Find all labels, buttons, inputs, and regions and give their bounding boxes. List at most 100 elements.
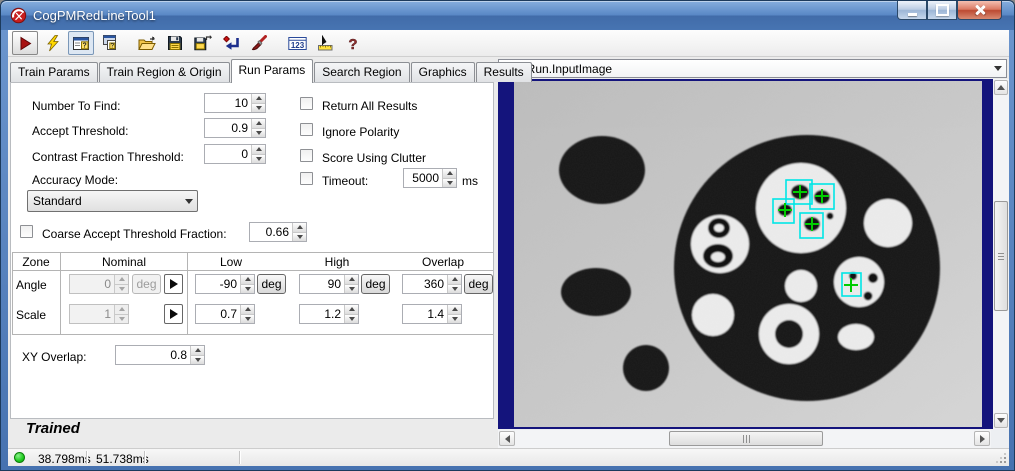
tab-train-params[interactable]: Train Params (10, 62, 98, 82)
maximize-button[interactable] (927, 1, 957, 20)
resize-grip[interactable] (996, 453, 1006, 463)
spin-down-icon[interactable] (344, 285, 358, 294)
vertical-scrollbar[interactable] (993, 79, 1009, 429)
contrast-fraction-label: Contrast Fraction Threshold: (32, 150, 184, 164)
angle-high-spinner[interactable]: 90 (299, 274, 359, 294)
angle-high-deg-button[interactable]: deg (361, 274, 390, 294)
spin-up-icon[interactable] (251, 94, 265, 104)
tab-train-region-origin[interactable]: Train Region & Origin (99, 62, 230, 82)
number-format-icon: 123 (288, 36, 307, 51)
spin-up-icon[interactable] (292, 223, 306, 233)
angle-overlap-deg-button[interactable]: deg (464, 274, 493, 294)
low-header: Low (220, 255, 242, 269)
coarse-accept-checkbox[interactable] (20, 225, 33, 238)
spin-up-icon[interactable] (251, 119, 265, 129)
minimize-button[interactable] (897, 1, 927, 20)
tab-graphics[interactable]: Graphics (411, 62, 475, 82)
spin-down-icon[interactable] (251, 155, 265, 164)
timeout-checkbox[interactable] (300, 172, 313, 185)
minimize-icon (908, 13, 917, 16)
electrode-ruler-icon (317, 35, 334, 51)
number-to-find-spinner[interactable]: 10 (204, 93, 266, 113)
show-current-params-button[interactable]: ? (68, 31, 94, 55)
float-window-button[interactable]: ? (96, 31, 122, 55)
title-bar[interactable]: CogPMRedLineTool1 (1, 1, 1014, 30)
accuracy-mode-dropdown[interactable]: Standard (27, 190, 198, 212)
angle-expand-button[interactable] (164, 274, 183, 294)
contrast-fraction-spinner[interactable]: 0 (204, 144, 266, 164)
horizontal-scroll-thumb[interactable] (669, 431, 823, 446)
zone-table: Zone Nominal Low High Overlap Angle 0 de… (12, 252, 493, 335)
open-file-icon (138, 36, 156, 51)
spin-up-icon[interactable] (240, 275, 254, 285)
angle-low-spinner[interactable]: -90 (195, 274, 255, 294)
timeout-value: 5000 (404, 169, 442, 187)
scale-low-spinner[interactable]: 0.7 (195, 304, 255, 324)
angle-low-deg-button[interactable]: deg (257, 274, 286, 294)
scroll-down-button[interactable] (994, 413, 1008, 428)
image-source-dropdown[interactable]: LastRun.InputImage (498, 59, 1007, 78)
toolbar: ? ? (8, 30, 1009, 57)
spin-down-icon[interactable] (442, 179, 456, 188)
tab-run-params[interactable]: Run Params (231, 59, 314, 83)
run-icon (18, 36, 33, 51)
horizontal-scrollbar[interactable] (498, 430, 991, 448)
spin-up-icon[interactable] (344, 275, 358, 285)
spin-down-icon[interactable] (447, 315, 461, 324)
spin-down-icon[interactable] (240, 285, 254, 294)
number-format-button[interactable]: 123 (284, 31, 310, 55)
svg-text:?: ? (82, 42, 86, 49)
scale-high-spinner[interactable]: 1.2 (299, 304, 359, 324)
xy-overlap-spinner[interactable]: 0.8 (115, 345, 205, 365)
spin-up-icon[interactable] (190, 346, 204, 356)
coarse-accept-spinner[interactable]: 0.66 (249, 222, 307, 242)
scale-low-value: 0.7 (196, 305, 240, 323)
help-button[interactable]: ? (340, 31, 366, 55)
tab-search-region[interactable]: Search Region (314, 62, 409, 82)
run-button[interactable] (12, 31, 38, 55)
scroll-left-button[interactable] (499, 431, 515, 446)
status-green-dot-icon (14, 452, 25, 463)
spin-down-icon[interactable] (292, 233, 306, 242)
close-button[interactable] (957, 1, 1002, 20)
scroll-right-button[interactable] (974, 431, 990, 446)
help-icon: ? (346, 35, 360, 52)
electric-run-button[interactable] (40, 31, 66, 55)
spin-up-icon[interactable] (344, 305, 358, 315)
spin-up-icon[interactable] (447, 275, 461, 285)
spin-down-icon[interactable] (344, 315, 358, 324)
reset-button[interactable] (218, 31, 244, 55)
nominal-header: Nominal (102, 255, 146, 269)
spin-up-icon[interactable] (251, 145, 265, 155)
vertical-scroll-thumb[interactable] (994, 201, 1008, 311)
open-file-button[interactable] (134, 31, 160, 55)
score-using-clutter-checkbox[interactable] (300, 149, 313, 162)
angle-overlap-spinner[interactable]: 360 (402, 274, 462, 294)
angle-row-label: Angle (16, 278, 47, 292)
params-panel: Train Params Train Region & Origin Run P… (8, 57, 496, 448)
spin-down-icon[interactable] (251, 129, 265, 138)
image-display (498, 79, 1009, 448)
ignore-polarity-checkbox[interactable] (300, 123, 313, 136)
return-all-results-checkbox[interactable] (300, 97, 313, 110)
scale-expand-button[interactable] (164, 304, 183, 324)
spin-up-icon[interactable] (240, 305, 254, 315)
scroll-up-button[interactable] (994, 80, 1008, 95)
graphics-brush-button[interactable] (246, 31, 272, 55)
graphics-brush-icon (251, 35, 267, 51)
save-as-button[interactable] (190, 31, 216, 55)
spin-down-icon[interactable] (447, 285, 461, 294)
spin-up-icon[interactable] (442, 169, 456, 179)
electrode-ruler-button[interactable] (312, 31, 338, 55)
input-image[interactable] (514, 81, 982, 427)
spin-down-icon[interactable] (190, 356, 204, 365)
spin-down-icon[interactable] (240, 315, 254, 324)
spin-up-icon[interactable] (447, 305, 461, 315)
timeout-spinner[interactable]: 5000 (403, 168, 457, 188)
accept-threshold-spinner[interactable]: 0.9 (204, 118, 266, 138)
save-button[interactable] (162, 31, 188, 55)
spin-down-icon[interactable] (251, 104, 265, 113)
scale-overlap-spinner[interactable]: 1.4 (402, 304, 462, 324)
tab-results[interactable]: Results (476, 62, 532, 82)
number-to-find-value: 10 (205, 94, 251, 112)
